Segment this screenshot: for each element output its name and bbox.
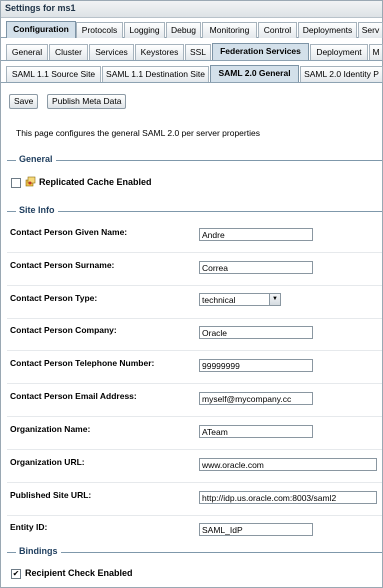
page-description: This page configures the general SAML 2.…	[16, 128, 260, 138]
contact-company-input[interactable]: Oracle	[199, 326, 313, 339]
field-organization-name: Organization Name: ATeam	[7, 419, 382, 451]
section-divider	[7, 160, 382, 161]
field-label: Published Site URL:	[10, 490, 92, 500]
contact-type-select[interactable]: technical ▼	[199, 293, 281, 306]
section-bindings: Bindings	[7, 546, 382, 558]
row-divider	[7, 383, 382, 384]
replicated-cache-label: Replicated Cache Enabled	[39, 177, 152, 187]
section-divider	[7, 211, 382, 212]
window-title: Settings for ms1	[5, 3, 76, 13]
field-label: Contact Person Type:	[10, 293, 98, 303]
row-divider	[7, 416, 382, 417]
tab-protocols[interactable]: Protocols	[76, 22, 123, 38]
row-divider	[7, 482, 382, 483]
tabs-level1: Configuration Protocols Logging Debug Mo…	[1, 19, 383, 38]
tab-debug[interactable]: Debug	[166, 22, 201, 38]
tab-monitoring[interactable]: Monitoring	[202, 22, 257, 38]
section-site-info: Site Info	[7, 205, 382, 217]
publish-meta-data-button[interactable]: Publish Meta Data	[47, 94, 127, 109]
chevron-down-icon[interactable]: ▼	[269, 294, 280, 305]
field-organization-url: Organization URL: www.oracle.com	[7, 452, 382, 484]
contact-telephone-input[interactable]: 99999999	[199, 359, 313, 372]
field-label: Contact Person Company:	[10, 325, 117, 335]
row-divider	[7, 449, 382, 450]
field-label: Entity ID:	[10, 522, 48, 532]
tab-more[interactable]: M	[369, 44, 383, 60]
contact-type-value: technical	[202, 295, 236, 305]
section-divider	[7, 552, 382, 553]
cluster-icon	[25, 176, 36, 187]
contact-surname-input[interactable]: Correa	[199, 261, 313, 274]
tab-general[interactable]: General	[6, 44, 48, 60]
row-divider	[7, 350, 382, 351]
row-divider	[7, 285, 382, 286]
entity-id-input[interactable]: SAML_IdP	[199, 523, 313, 536]
tab-deployments[interactable]: Deployments	[298, 22, 357, 38]
field-label: Contact Person Email Address:	[10, 391, 137, 401]
tab-saml20-general[interactable]: SAML 2.0 General	[210, 65, 299, 82]
tab-configuration[interactable]: Configuration	[6, 21, 76, 38]
organization-url-input[interactable]: www.oracle.com	[199, 458, 377, 471]
field-label: Contact Person Telephone Number:	[10, 358, 155, 368]
contact-email-input[interactable]: myself@mycompany.cc	[199, 392, 313, 405]
tab-saml11-destination-site[interactable]: SAML 1.1 Destination Site	[102, 66, 209, 82]
field-contact-surname: Contact Person Surname: Correa	[7, 255, 382, 287]
tab-saml11-source-site[interactable]: SAML 1.1 Source Site	[6, 66, 101, 82]
published-site-url-input[interactable]: http://idp.us.oracle.com:8003/saml2	[199, 491, 377, 504]
tab-saml20-identity-provider[interactable]: SAML 2.0 Identity P	[300, 66, 383, 82]
contact-given-name-input[interactable]: Andre	[199, 228, 313, 241]
section-general-heading: General	[16, 154, 56, 164]
organization-name-input[interactable]: ATeam	[199, 425, 313, 438]
tab-logging[interactable]: Logging	[124, 22, 165, 38]
save-button[interactable]: Save	[9, 94, 39, 109]
recipient-check-checkbox[interactable]: ✔	[11, 569, 21, 579]
section-general: General	[7, 154, 382, 166]
field-contact-email: Contact Person Email Address: myself@myc…	[7, 386, 382, 418]
tab-cluster[interactable]: Cluster	[49, 44, 88, 60]
field-contact-type: Contact Person Type: technical ▼	[7, 288, 382, 320]
tab-services[interactable]: Serv	[358, 22, 383, 38]
field-label: Contact Person Surname:	[10, 260, 115, 270]
row-divider	[7, 318, 382, 319]
tab-services-sub[interactable]: Services	[89, 44, 134, 60]
window-title-bar: Settings for ms1	[1, 1, 382, 18]
recipient-check-label: Recipient Check Enabled	[25, 568, 133, 578]
replicated-cache-checkbox[interactable]	[11, 178, 21, 188]
field-contact-given-name: Contact Person Given Name: Andre	[7, 222, 382, 254]
section-site-info-heading: Site Info	[16, 205, 58, 215]
field-label: Organization Name:	[10, 424, 91, 434]
field-contact-telephone: Contact Person Telephone Number: 9999999…	[7, 353, 382, 385]
field-entity-id: Entity ID: SAML_IdP	[7, 517, 382, 543]
tab-ssl[interactable]: SSL	[185, 44, 211, 60]
field-published-site-url: Published Site URL: http://idp.us.oracle…	[7, 485, 382, 517]
row-divider	[7, 515, 382, 516]
tab-control[interactable]: Control	[258, 22, 297, 38]
tabs-level3: SAML 1.1 Source Site SAML 1.1 Destinatio…	[1, 63, 383, 83]
row-divider	[7, 252, 382, 253]
section-bindings-heading: Bindings	[16, 546, 61, 556]
field-label: Contact Person Given Name:	[10, 227, 128, 237]
tab-keystores[interactable]: Keystores	[135, 44, 184, 60]
field-label: Organization URL:	[10, 457, 85, 467]
tab-deployment[interactable]: Deployment	[310, 44, 368, 60]
tabs-level2: General Cluster Services Keystores SSL F…	[1, 41, 383, 61]
field-contact-company: Contact Person Company: Oracle	[7, 320, 382, 352]
tab-federation-services[interactable]: Federation Services	[212, 43, 309, 60]
